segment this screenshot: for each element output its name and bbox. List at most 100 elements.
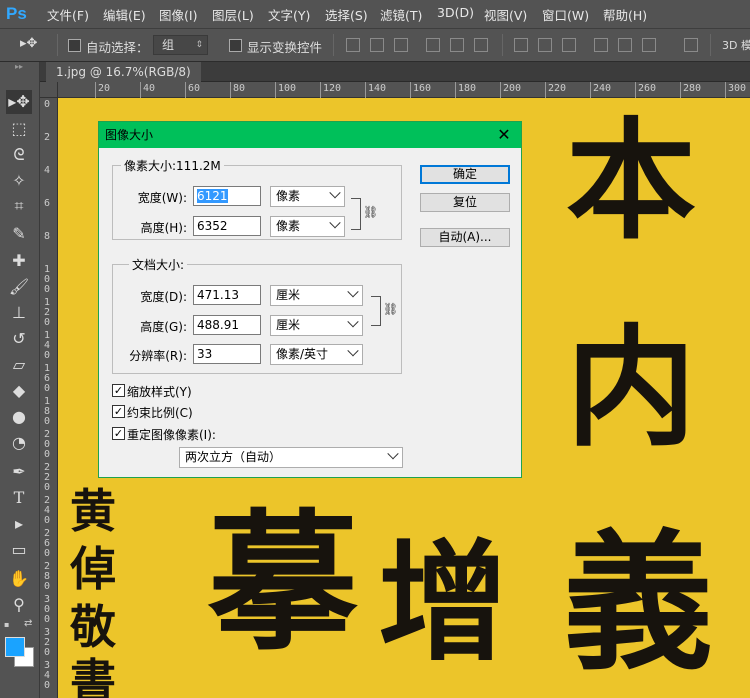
paint-bucket-icon[interactable]: ◆ (6, 379, 32, 403)
menu-file[interactable]: 文件(F) (47, 5, 89, 24)
distribute-vcenter-icon[interactable] (538, 38, 552, 52)
auto-select-checkbox[interactable] (68, 39, 81, 52)
dodge-tool-icon[interactable]: ◔ (6, 431, 32, 455)
zoom-tool-icon[interactable]: ⚲ (6, 593, 32, 617)
scale-styles-label: 缩放样式(Y) (127, 385, 192, 399)
ruler-origin[interactable] (40, 82, 58, 98)
rectangle-tool-icon[interactable]: ▭ (6, 538, 32, 562)
distribute-top-icon[interactable] (514, 38, 528, 52)
ruler-label: 240 (593, 83, 612, 94)
align-bottom-icon[interactable] (394, 38, 408, 52)
path-select-icon[interactable]: ▸ (6, 512, 32, 536)
constrain-proportions-checkbox[interactable]: ✓ (112, 405, 125, 418)
align-vcenter-icon[interactable] (370, 38, 384, 52)
chevron-down-icon (347, 286, 359, 298)
distribute-left-icon[interactable] (594, 38, 608, 52)
blur-tool-icon[interactable]: ● (6, 405, 32, 429)
auto-button[interactable]: 自动(A)... (420, 228, 510, 247)
clone-stamp-icon[interactable]: ⊥ (6, 301, 32, 325)
auto-select-dropdown[interactable]: 组 ⇕ (153, 35, 208, 55)
menu-3d[interactable]: 3D(D) (437, 5, 474, 20)
eyedropper-icon[interactable]: ✎ (6, 222, 32, 246)
collapse-icon[interactable]: ▸▸ (4, 63, 34, 71)
lasso-tool-icon[interactable]: ᘓ (6, 143, 32, 167)
close-icon[interactable]: ✕ (495, 126, 513, 144)
ruler-label: 6 (44, 198, 51, 209)
ok-button[interactable]: 确定 (420, 165, 510, 184)
ruler-tick (590, 82, 591, 98)
eraser-tool-icon[interactable]: ▱ (6, 353, 32, 377)
default-colors-icon[interactable]: ▪ (4, 620, 14, 630)
pixel-dimensions-title: 像素大小:111.2M (121, 157, 224, 174)
type-tool-icon[interactable]: T (6, 486, 32, 510)
magic-wand-icon[interactable]: ✧ (6, 169, 32, 193)
move-tool-icon[interactable]: ▸✥ (6, 90, 32, 114)
mode-3d-label[interactable]: 3D 模 (722, 37, 750, 53)
pixel-width-input[interactable]: 6121 (193, 186, 261, 206)
move-tool-preset-icon[interactable]: ▸✥ (20, 36, 44, 54)
ruler-tick (365, 82, 366, 98)
ruler-tick (230, 82, 231, 98)
reset-button[interactable]: 复位 (420, 193, 510, 212)
ruler-tick (455, 82, 456, 98)
ruler-label: 160 (413, 83, 432, 94)
doc-height-unit-select[interactable]: 厘米 (270, 315, 363, 336)
distribute-bottom-icon[interactable] (562, 38, 576, 52)
vertical-ruler[interactable]: 0 2 4 6 8 1 0 0 1 2 0 1 4 0 1 6 0 1 8 0 2 0 0 2 2 0… (40, 98, 58, 698)
horizontal-ruler[interactable]: 20 40 60 80 100 120 140 160 180 200 220 240 260 280 30… (58, 82, 750, 98)
swap-colors-icon[interactable]: ⇄ (24, 618, 32, 629)
menu-select[interactable]: 选择(S) (325, 5, 368, 24)
menu-type[interactable]: 文字(Y) (268, 5, 310, 24)
doc-width-input[interactable]: 471.13 (193, 285, 261, 305)
ruler-tick (95, 82, 96, 98)
brush-tool-icon[interactable]: 🖌 (6, 275, 32, 299)
ruler-label: 1 2 0 (44, 297, 51, 328)
crop-tool-icon[interactable]: ⌗ (6, 194, 32, 218)
ruler-tick (320, 82, 321, 98)
dialog-title-bar[interactable]: 图像大小 ✕ (99, 122, 521, 148)
resample-method-select[interactable]: 两次立方（自动） (179, 447, 403, 468)
pen-tool-icon[interactable]: ✒ (6, 460, 32, 484)
ruler-label: 8 (44, 231, 51, 242)
auto-select-label: 自动选择： (86, 40, 149, 55)
scale-styles-checkbox[interactable]: ✓ (112, 384, 125, 397)
align-top-icon[interactable] (346, 38, 360, 52)
menu-layer[interactable]: 图层(L) (212, 5, 254, 24)
chevron-down-icon (347, 345, 359, 357)
auto-align-icon[interactable] (684, 38, 698, 52)
menu-edit[interactable]: 编辑(E) (103, 5, 146, 24)
resolution-input[interactable]: 33 (193, 344, 261, 364)
healing-brush-icon[interactable]: ✚ (6, 249, 32, 273)
align-right-icon[interactable] (474, 38, 488, 52)
distribute-hcenter-icon[interactable] (618, 38, 632, 52)
chain-link-icon: ⛓ (363, 205, 379, 219)
doc-width-unit-select[interactable]: 厘米 (270, 285, 363, 306)
ruler-label: 120 (323, 83, 342, 94)
show-transform-checkbox[interactable] (229, 39, 242, 52)
link-bracket (351, 198, 361, 230)
pixel-width-unit-select[interactable]: 像素 (270, 186, 345, 207)
ruler-label: 40 (143, 83, 156, 94)
pixel-height-unit-select[interactable]: 像素 (270, 216, 345, 237)
doc-height-input[interactable]: 488.91 (193, 315, 261, 335)
marquee-tool-icon[interactable]: ⬚ (6, 117, 32, 141)
foreground-color-swatch[interactable] (5, 637, 25, 657)
ruler-tick (545, 82, 546, 98)
align-left-icon[interactable] (426, 38, 440, 52)
align-hcenter-icon[interactable] (450, 38, 464, 52)
pixel-width-value: 6121 (197, 189, 228, 203)
ruler-tick (275, 82, 276, 98)
history-brush-icon[interactable]: ↺ (6, 327, 32, 351)
menu-image[interactable]: 图像(I) (159, 5, 197, 24)
pixel-height-input[interactable]: 6352 (193, 216, 261, 236)
distribute-right-icon[interactable] (642, 38, 656, 52)
document-tab[interactable]: 1.jpg @ 16.7%(RGB/8) (46, 62, 201, 82)
hand-tool-icon[interactable]: ✋ (6, 567, 32, 591)
resolution-unit-select[interactable]: 像素/英寸 (270, 344, 363, 365)
menu-window[interactable]: 窗口(W) (542, 5, 589, 24)
menu-help[interactable]: 帮助(H) (603, 5, 647, 24)
menu-filter[interactable]: 滤镜(T) (380, 5, 422, 24)
ruler-label: 4 (44, 165, 51, 176)
menu-view[interactable]: 视图(V) (484, 5, 527, 24)
resample-checkbox[interactable]: ✓ (112, 427, 125, 440)
